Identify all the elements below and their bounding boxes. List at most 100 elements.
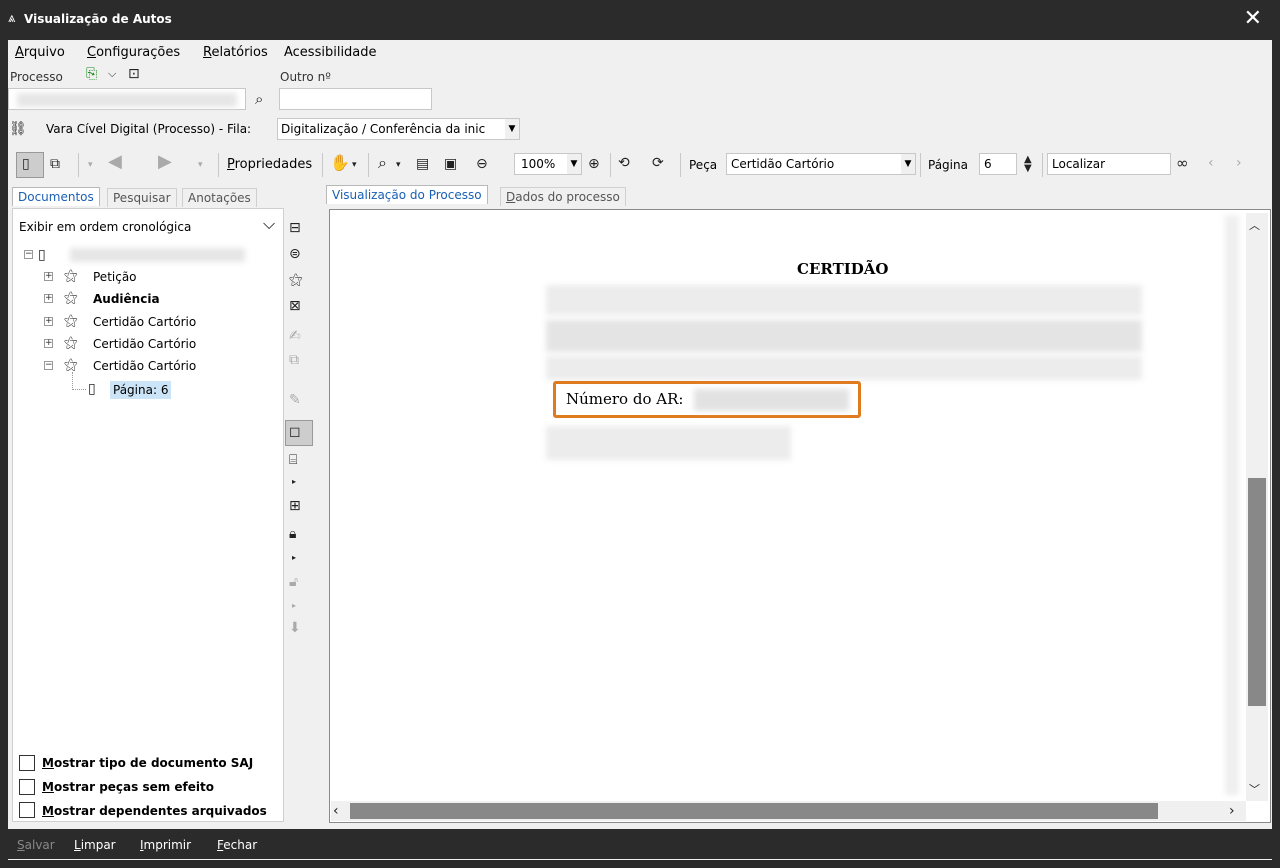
expand-icon[interactable]: +: [44, 339, 53, 348]
find-previous-icon[interactable]: ‹: [1208, 155, 1214, 171]
vertical-scroll-thumb[interactable]: [1248, 478, 1266, 706]
tab-visualizacao[interactable]: Visualização do Processo: [326, 185, 488, 204]
redacted-block: [546, 356, 1142, 380]
zoom-in-icon[interactable]: ⊕: [588, 156, 600, 172]
checkbox-pecas-sem-efeito[interactable]: [19, 779, 35, 795]
horizontal-scroll-thumb[interactable]: [350, 803, 1158, 819]
certificate-icon: ⚝: [64, 357, 78, 373]
sticky-note-icon[interactable]: ◻: [289, 424, 301, 440]
menu-acessibilidade[interactable]: Acessibilidade: [284, 45, 377, 60]
lock-icon[interactable]: 🔒︎: [289, 526, 296, 542]
redacted-block: [70, 248, 245, 262]
tree-item-certidao[interactable]: Certidão Cartório: [93, 335, 196, 353]
chevron-down-icon[interactable]: ⌵: [108, 66, 116, 82]
page-icon[interactable]: ▯: [22, 156, 30, 172]
tree-item-certidao[interactable]: Certidão Cartório: [93, 313, 196, 331]
zoom-dropdown-icon[interactable]: ▾: [396, 157, 401, 173]
edit-icon[interactable]: ✎: [289, 392, 301, 408]
toolbar-separator: [920, 153, 921, 177]
page-spinner-icon[interactable]: ▲ ▼: [1024, 155, 1032, 174]
toolbar-separator: [322, 153, 323, 177]
fila-select[interactable]: Digitalização / Conferência da inic ▼: [277, 118, 520, 140]
note-icon[interactable]: ⊡: [128, 66, 140, 82]
scroll-down-icon[interactable]: ﹀: [1249, 782, 1260, 798]
propriedades-button[interactable]: Propriedades: [227, 157, 312, 172]
remove-icon[interactable]: ⊠: [289, 298, 301, 314]
sign-icon[interactable]: ✍: [289, 328, 301, 344]
collapse-icon[interactable]: −: [44, 361, 53, 370]
pages-icon[interactable]: ⧉: [50, 156, 60, 172]
zoom-out-icon[interactable]: ⊖: [476, 156, 488, 172]
expand-arrow-icon[interactable]: ▸: [292, 550, 296, 566]
expand-icon[interactable]: +: [44, 294, 53, 303]
search-icon[interactable]: ⌕: [255, 91, 263, 107]
rotate-left-icon[interactable]: ⟲: [618, 155, 630, 171]
dropdown-arrow-icon[interactable]: ▼: [567, 154, 581, 174]
checkbox-dependentes-arquivados[interactable]: [19, 802, 35, 818]
add-note-icon[interactable]: ⊞: [289, 498, 301, 514]
fechar-button[interactable]: Fechar: [217, 838, 257, 852]
tree-view-icon[interactable]: ⊟: [289, 220, 301, 236]
processo-input[interactable]: [8, 88, 246, 110]
expand-arrow-icon[interactable]: ▸: [292, 598, 296, 614]
binoculars-icon[interactable]: ∞: [1176, 155, 1189, 171]
scroll-right-icon[interactable]: ›: [1229, 803, 1235, 819]
outro-input[interactable]: [279, 88, 432, 110]
tree-item-audiencia[interactable]: Audiência: [93, 290, 160, 308]
first-dropdown-icon[interactable]: ▾: [88, 157, 93, 173]
list-view-icon[interactable]: ⊜: [289, 246, 301, 262]
tab-documentos[interactable]: Documentos: [12, 187, 100, 206]
dropdown-arrow-icon[interactable]: ▼: [901, 154, 915, 174]
hand-dropdown-icon[interactable]: ▾: [352, 157, 357, 173]
scroll-up-icon[interactable]: ︿: [1249, 218, 1260, 234]
tab-dados-processo[interactable]: Dados do processo: [500, 187, 626, 206]
tree-item-certidao[interactable]: Certidão Cartório: [93, 357, 196, 375]
window-title: Visualização de Autos: [24, 12, 172, 26]
scroll-left-icon[interactable]: ‹: [333, 803, 339, 819]
copy-icon[interactable]: ⧉: [289, 352, 299, 368]
menu-configuracoes[interactable]: Configurações: [87, 45, 180, 60]
peca-select[interactable]: Certidão Cartório ▼: [726, 153, 916, 175]
zoom-tool-icon[interactable]: ⌕: [378, 155, 387, 171]
annotation-list-icon[interactable]: ⌸: [289, 452, 297, 468]
menu-relatorios[interactable]: Relatórios: [203, 45, 268, 60]
fit-width-icon[interactable]: ▤: [416, 156, 429, 172]
collapse-icon[interactable]: −: [24, 250, 33, 259]
dropdown-arrow-icon[interactable]: ▼: [505, 119, 519, 139]
previous-icon[interactable]: ◀: [108, 153, 122, 171]
find-next-icon[interactable]: ›: [1236, 155, 1242, 171]
expand-arrow-icon[interactable]: ▸: [292, 474, 296, 490]
certificate-icon: ⚝: [64, 313, 78, 329]
tab-pesquisar[interactable]: Pesquisar: [107, 188, 177, 207]
tree-item-peticao[interactable]: Petição: [93, 268, 137, 286]
expand-icon[interactable]: +: [44, 272, 53, 281]
order-select[interactable]: Exibir em ordem cronológica ⌵: [12, 212, 284, 240]
tree-item-pagina[interactable]: Página: 6: [110, 381, 172, 399]
pagina-label: Página: [928, 158, 968, 172]
document-new-icon[interactable]: ⎘: [86, 66, 97, 82]
unlock-icon[interactable]: 🔓︎: [289, 574, 298, 590]
chevron-down-icon[interactable]: ⌵: [263, 214, 275, 234]
limpar-button[interactable]: Limpar: [74, 838, 116, 852]
checkbox-tipo-documento[interactable]: [19, 755, 35, 771]
certificate-icon: ⚝: [64, 268, 78, 284]
rotate-right-icon[interactable]: ⟳: [652, 155, 664, 171]
certificate-tool-icon[interactable]: ⚝: [289, 272, 303, 288]
toolbar-view-toggle[interactable]: [16, 152, 44, 178]
outro-label: Outro nº: [280, 70, 331, 84]
zoom-select[interactable]: 100% ▼: [514, 153, 582, 175]
expand-icon[interactable]: +: [44, 317, 53, 326]
salvar-button[interactable]: Salvar: [17, 838, 55, 852]
fit-page-icon[interactable]: ▣: [444, 156, 457, 172]
next-icon[interactable]: ▶: [158, 153, 172, 171]
localizar-input[interactable]: Localizar: [1047, 153, 1171, 175]
redacted-block: [546, 320, 1142, 352]
imprimir-button[interactable]: Imprimir: [140, 838, 191, 852]
pagina-input[interactable]: 6: [979, 153, 1017, 175]
close-icon[interactable]: ✕: [1244, 6, 1262, 31]
tab-anotacoes[interactable]: Anotações: [182, 188, 257, 207]
menu-arquivo[interactable]: Arquivo: [15, 45, 65, 60]
next-dropdown-icon[interactable]: ▾: [198, 157, 203, 173]
download-icon[interactable]: ⬇: [289, 620, 301, 636]
hand-tool-icon[interactable]: ✋: [330, 155, 350, 171]
